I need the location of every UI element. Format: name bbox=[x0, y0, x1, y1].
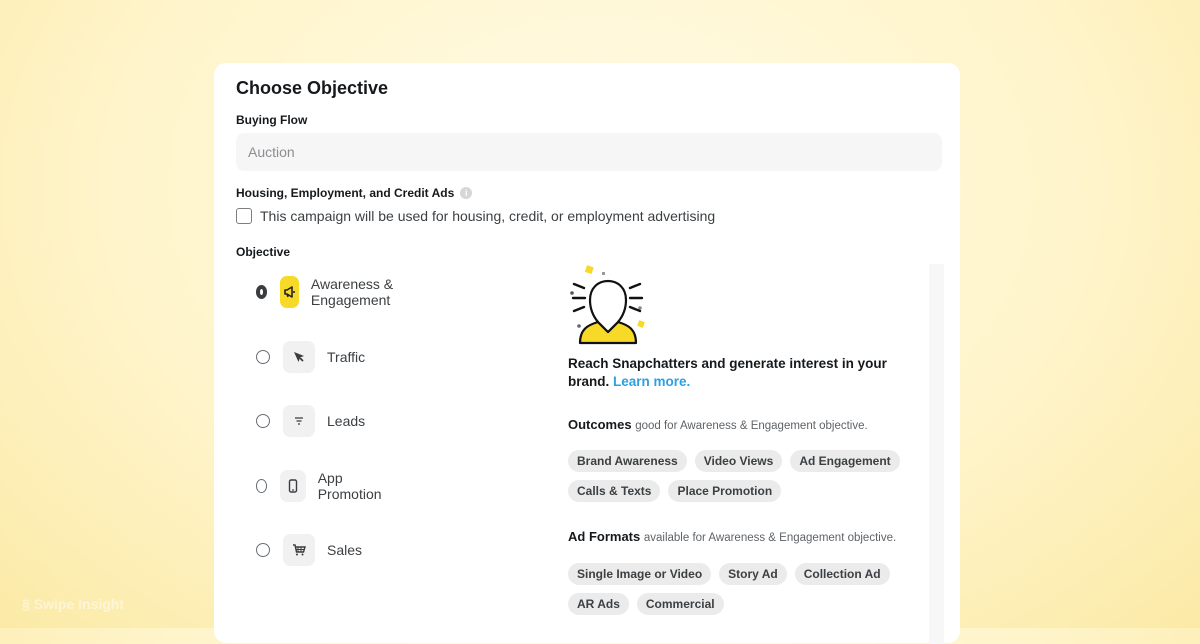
radio-unselected[interactable] bbox=[256, 414, 270, 428]
objective-label-text: Leads bbox=[327, 413, 366, 429]
watermark: § Swipe Insight bbox=[22, 596, 124, 612]
objective-awareness-engagement[interactable]: Awareness & Engagement bbox=[256, 275, 406, 309]
radio-selected[interactable] bbox=[256, 285, 268, 299]
objective-sales[interactable]: Sales bbox=[256, 533, 362, 567]
buying-flow-label: Buying Flow bbox=[236, 113, 308, 127]
objective-traffic[interactable]: Traffic bbox=[256, 340, 365, 374]
objective-label-text: Traffic bbox=[327, 349, 366, 365]
page-title: Choose Objective bbox=[236, 78, 389, 98]
outcome-chip: Brand Awareness bbox=[568, 450, 687, 472]
ad-format-chips: Single Image or Video Story Ad Collectio… bbox=[568, 563, 938, 615]
filter-icon bbox=[283, 405, 315, 437]
special-ads-checkbox[interactable] bbox=[236, 208, 252, 224]
watermark-logo-icon: § bbox=[22, 596, 30, 612]
learn-more-link[interactable]: Learn more. bbox=[613, 374, 690, 389]
cursor-icon bbox=[283, 341, 315, 373]
special-ads-label-text: Housing, Employment, and Credit Ads bbox=[236, 186, 455, 200]
ad-format-chip: Story Ad bbox=[719, 563, 787, 585]
cart-icon bbox=[283, 534, 315, 566]
special-ads-checkbox-row[interactable]: This campaign will be used for housing, … bbox=[236, 208, 715, 224]
ad-format-chip: AR Ads bbox=[568, 593, 629, 615]
ad-formats-subtitle: available for Awareness & Engagement obj… bbox=[643, 532, 897, 544]
objective-description: Reach Snapchatters and generate interest… bbox=[568, 355, 908, 391]
outcome-chips: Brand Awareness Video Views Ad Engagemen… bbox=[568, 450, 938, 502]
buying-flow-select[interactable]: Auction bbox=[236, 133, 942, 171]
objective-app-promotion[interactable]: App Promotion bbox=[256, 469, 391, 503]
outcome-chip: Video Views bbox=[694, 450, 783, 472]
special-ads-label: Housing, Employment, and Credit Ads i bbox=[236, 186, 473, 200]
radio-unselected[interactable] bbox=[256, 543, 270, 557]
outcome-chip: Place Promotion bbox=[668, 480, 782, 502]
megaphone-icon bbox=[280, 276, 299, 308]
buying-flow-value: Auction bbox=[248, 144, 295, 160]
choose-objective-card: Choose Objective Buying Flow Auction Hou… bbox=[214, 63, 960, 644]
objective-leads[interactable]: Leads bbox=[256, 404, 365, 438]
special-ads-checkbox-label: This campaign will be used for housing, … bbox=[260, 208, 716, 224]
ad-formats-heading: Ad Formats available for Awareness & Eng… bbox=[568, 529, 896, 544]
ad-format-chip: Collection Ad bbox=[794, 563, 890, 585]
outcome-chip: Calls & Texts bbox=[568, 480, 661, 502]
ad-format-chip: Commercial bbox=[636, 593, 724, 615]
objective-label-text: Awareness & Engagement bbox=[310, 276, 394, 308]
radio-unselected[interactable] bbox=[256, 350, 270, 364]
ad-format-chip: Single Image or Video bbox=[568, 563, 712, 585]
watermark-text: Swipe Insight bbox=[33, 596, 125, 612]
phone-icon bbox=[280, 470, 306, 502]
outcome-chip: Ad Engagement bbox=[790, 450, 900, 472]
objective-label: Objective bbox=[236, 245, 291, 259]
objective-label-text: App Promotion bbox=[317, 470, 382, 502]
outcomes-title: Outcomes bbox=[568, 417, 632, 432]
outcomes-subtitle: good for Awareness & Engagement objectiv… bbox=[635, 420, 868, 432]
info-icon[interactable]: i bbox=[460, 187, 473, 199]
outcomes-heading: Outcomes good for Awareness & Engagement… bbox=[568, 417, 868, 432]
scrollbar[interactable] bbox=[929, 264, 944, 644]
ad-formats-title: Ad Formats bbox=[568, 529, 641, 544]
objective-label-text: Sales bbox=[327, 542, 363, 558]
radio-unselected[interactable] bbox=[256, 479, 268, 493]
person-spotlight-icon bbox=[568, 263, 648, 350]
